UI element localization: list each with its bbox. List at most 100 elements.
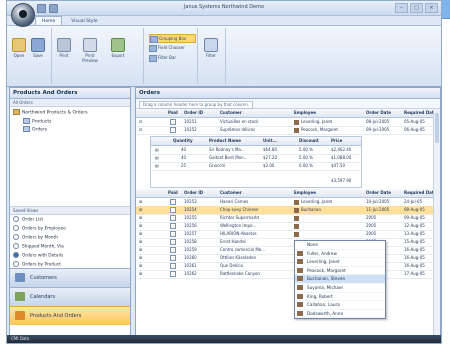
view-option[interactable]: Shipped Month, Via bbox=[13, 243, 66, 252]
expand-icon[interactable]: ⊞ bbox=[139, 254, 142, 262]
view-option[interactable]: Orders by Month bbox=[13, 234, 66, 243]
dropdown-option[interactable]: King, Robert bbox=[295, 293, 385, 302]
open-button[interactable]: Open bbox=[12, 38, 26, 58]
close-button[interactable]: × bbox=[425, 3, 438, 13]
nav-label: Calendars bbox=[30, 294, 56, 300]
column-header-customer[interactable]: Customer bbox=[220, 189, 242, 197]
collapse-icon[interactable]: ⊟ bbox=[139, 126, 142, 134]
employee-dropdown[interactable]: None Fuller, Andrew Leverling, Janet Peacoc… bbox=[294, 240, 386, 320]
column-header-order-date[interactable]: Order Date bbox=[366, 109, 391, 117]
tree-item-root[interactable]: Northwind Products & Orders bbox=[13, 109, 127, 118]
edit-icon[interactable]: ▤ bbox=[155, 154, 159, 162]
view-label: Orders with Details bbox=[22, 253, 64, 259]
column-header-order-date[interactable]: Order Date bbox=[366, 189, 391, 197]
edit-icon[interactable]: ▤ bbox=[155, 146, 159, 154]
paid-checkbox[interactable] bbox=[170, 254, 176, 262]
print-button[interactable]: Print bbox=[57, 38, 71, 58]
detail-unit: $64.80 bbox=[263, 147, 277, 152]
save-button[interactable]: Save bbox=[31, 38, 45, 58]
paid-checkbox[interactable] bbox=[170, 126, 176, 134]
expand-icon[interactable]: ⊟ bbox=[139, 118, 142, 126]
expand-icon[interactable]: ⊞ bbox=[139, 270, 142, 278]
nav-label: Customers bbox=[30, 275, 57, 281]
paid-checkbox[interactable] bbox=[170, 246, 176, 254]
detail-col-discount[interactable]: Discount bbox=[299, 137, 319, 145]
expand-icon[interactable]: ⊞ bbox=[139, 214, 142, 222]
expand-icon[interactable]: ⊞ bbox=[139, 246, 142, 254]
vertical-scrollbar[interactable] bbox=[433, 109, 440, 336]
view-option-selected[interactable]: Orders with Details bbox=[13, 252, 66, 261]
view-option[interactable]: Orders by Employee bbox=[13, 225, 66, 234]
column-header-employee[interactable]: Employee bbox=[294, 189, 316, 197]
paid-checkbox[interactable] bbox=[170, 238, 176, 246]
view-label: Order List bbox=[22, 217, 44, 223]
expand-icon[interactable]: ⊞ bbox=[139, 206, 142, 214]
detail-col-quantity[interactable]: Quantity bbox=[173, 137, 193, 145]
expand-icon[interactable]: ⊞ bbox=[139, 222, 142, 230]
paid-checkbox[interactable] bbox=[170, 222, 176, 230]
print-preview-button[interactable]: Print Preview bbox=[79, 38, 101, 63]
view-label: Orders by Employee bbox=[22, 226, 66, 232]
group-by-box[interactable]: Drag a column header here to group by th… bbox=[136, 99, 440, 109]
grouping-box-toggle[interactable]: Grouping Box bbox=[149, 34, 196, 43]
detail-qty: 40 bbox=[181, 147, 187, 152]
filter-label: Filter bbox=[206, 53, 216, 58]
expand-icon[interactable]: ⊞ bbox=[139, 262, 142, 270]
column-header-required-date[interactable]: Required Dat bbox=[404, 109, 434, 117]
dropdown-option[interactable]: None bbox=[295, 241, 385, 250]
column-header-paid[interactable]: Paid bbox=[168, 189, 178, 197]
nav-button-calendars[interactable]: Calendars bbox=[10, 287, 130, 306]
print-preview-label: Print Preview bbox=[82, 53, 98, 63]
expand-icon[interactable]: ⊞ bbox=[139, 198, 142, 206]
expand-icon[interactable]: ⊞ bbox=[139, 230, 142, 238]
maximize-button[interactable]: □ bbox=[410, 3, 423, 13]
filter-button[interactable]: Filter bbox=[204, 38, 218, 58]
dropdown-option[interactable]: Suyama, Michael bbox=[295, 284, 385, 293]
table-row[interactable]: ⊟ 10252 Suprêmes délices Peacock, Margar… bbox=[136, 126, 440, 135]
dropdown-option[interactable]: Dodsworth, Anne bbox=[295, 310, 385, 319]
tree-item-products[interactable]: Products bbox=[13, 117, 127, 127]
paid-checkbox[interactable] bbox=[170, 118, 176, 126]
checkbox-icon bbox=[170, 247, 176, 253]
cell-customer: Centro comercial Mo... bbox=[220, 247, 265, 252]
minimize-button[interactable]: – bbox=[395, 3, 408, 13]
paid-checkbox[interactable] bbox=[170, 198, 176, 206]
detail-col-price[interactable]: Price bbox=[331, 137, 342, 145]
application-menu-button[interactable] bbox=[11, 3, 35, 27]
column-header-order-id[interactable]: Order ID bbox=[184, 189, 203, 197]
filter-bar-toggle[interactable]: Filter Bar bbox=[149, 54, 194, 62]
view-option[interactable]: Order List bbox=[13, 216, 66, 225]
detail-col-unit[interactable]: Unit... bbox=[263, 137, 277, 145]
field-chooser-toggle[interactable]: Field Chooser bbox=[149, 44, 194, 52]
cell-order-id: 10255 bbox=[184, 215, 197, 220]
column-header-order-id[interactable]: Order ID bbox=[184, 109, 203, 117]
table-icon bbox=[23, 117, 30, 124]
paid-checkbox[interactable] bbox=[170, 262, 176, 270]
nav-button-customers[interactable]: Customers bbox=[10, 268, 130, 287]
paid-checkbox[interactable] bbox=[170, 206, 176, 214]
paid-checkbox[interactable] bbox=[170, 214, 176, 222]
paid-checkbox[interactable] bbox=[170, 270, 176, 278]
tree-item-orders[interactable]: Orders bbox=[13, 126, 127, 135]
detail-qty: 25 bbox=[181, 163, 187, 168]
dropdown-option[interactable]: Callahan, Laura bbox=[295, 301, 385, 310]
table-row[interactable]: ⊞10262Rattlesnake Canyon200517-Aug-05 bbox=[136, 270, 440, 279]
column-header-employee[interactable]: Employee bbox=[294, 109, 316, 117]
paid-checkbox[interactable] bbox=[170, 230, 176, 238]
nav-button-products-orders[interactable]: Products And Orders bbox=[10, 306, 130, 325]
dropdown-option[interactable]: Buchanan, Steven bbox=[295, 275, 385, 284]
dropdown-option[interactable]: Peacock, Margaret bbox=[295, 267, 385, 276]
edit-icon[interactable]: ▤ bbox=[155, 162, 159, 170]
column-header-paid[interactable]: Paid bbox=[168, 109, 178, 117]
export-button[interactable]: Export bbox=[107, 38, 129, 58]
detail-row[interactable]: ▤ 25 Gnocchi $2.00 0.00 % $47.50 bbox=[151, 162, 361, 171]
column-header-customer[interactable]: Customer bbox=[220, 109, 242, 117]
dropdown-option[interactable]: Fuller, Andrew bbox=[295, 250, 385, 259]
expand-icon[interactable]: ⊞ bbox=[139, 238, 142, 246]
dropdown-option[interactable]: Leverling, Janet bbox=[295, 258, 385, 267]
cell-order-id: 10259 bbox=[184, 247, 197, 252]
scroll-thumb[interactable] bbox=[435, 113, 439, 143]
detail-col-product[interactable]: Product Name bbox=[209, 137, 241, 145]
radio-icon bbox=[13, 243, 19, 250]
column-header-required-date[interactable]: Required Dat bbox=[404, 189, 434, 197]
